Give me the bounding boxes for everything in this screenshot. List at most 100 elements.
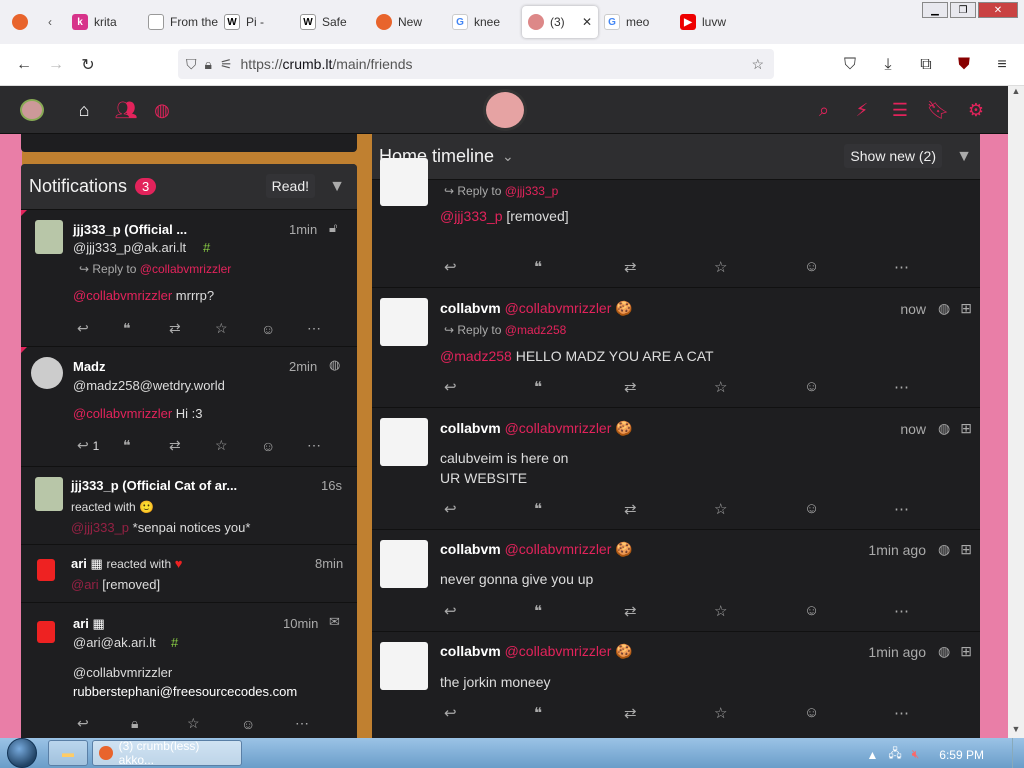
tab-list-arrow[interactable]: ‹	[42, 6, 66, 38]
more-icon[interactable]: ⋯	[894, 602, 984, 620]
reply-icon[interactable]: ↩ 1	[77, 437, 123, 454]
quote-icon[interactable]: ❝	[534, 602, 624, 620]
react-emoji-icon[interactable]: ☺	[261, 321, 307, 337]
clock[interactable]: 6:59 PM	[939, 748, 984, 762]
repeat-icon[interactable]: ⇄	[624, 500, 714, 518]
post-time[interactable]: 1min	[289, 222, 317, 237]
more-icon[interactable]: ⋯	[894, 378, 984, 396]
volume-muted-icon[interactable]: 🔇︎	[912, 747, 920, 762]
scrollbar-down-arrow[interactable]: ▼	[1008, 724, 1024, 738]
more-icon[interactable]: ⋯	[894, 704, 984, 722]
post-time[interactable]: 16s	[321, 478, 342, 493]
timeline-post[interactable]: collabvm @collabvmrizzler 🍪 now ◍ ⊞ ↪ Rep…	[372, 287, 986, 407]
permissions-icon[interactable]: ⚟	[220, 56, 233, 73]
repeat-icon[interactable]: ⇄	[624, 704, 714, 722]
tab-youtube[interactable]: ▶ luvw	[674, 6, 750, 38]
home-icon[interactable]: ⌂	[72, 96, 96, 124]
filter-icon[interactable]: ▼	[956, 148, 972, 166]
notification-item[interactable]: ari ▦ 10min ✉ @ari@ak.ari.lt # @collabvm…	[21, 602, 357, 738]
tab-crumb-active[interactable]: (3) ✕	[522, 6, 598, 38]
back-button[interactable]: ←	[8, 49, 40, 81]
author-name[interactable]: Madz	[73, 359, 106, 374]
start-button[interactable]	[0, 738, 44, 768]
tab-krita[interactable]: k krita	[66, 6, 142, 38]
expand-plus-icon[interactable]: ⊞	[960, 300, 972, 317]
search-icon[interactable]: ⌕	[812, 96, 836, 124]
quote-icon[interactable]: ❝	[123, 320, 169, 337]
network-icon[interactable]: 🖧︎	[888, 744, 901, 765]
reply-icon[interactable]: ↩	[444, 602, 534, 620]
post-time[interactable]: 1min ago	[868, 644, 926, 660]
notification-item[interactable]: ari ▦ reacted with ♥ 8min @ari [removed]	[21, 544, 357, 602]
show-desktop-button[interactable]	[1012, 738, 1024, 768]
reload-button[interactable]: ↻	[72, 49, 104, 81]
avatar[interactable]	[380, 642, 428, 690]
notification-item[interactable]: jjj333_p (Official ... 1min 🔓︎ @jjj333_p…	[21, 209, 357, 344]
friends-icon[interactable]: 👥︎	[114, 96, 138, 124]
quote-icon[interactable]: ❝	[534, 704, 624, 722]
explorer-taskbar-button[interactable]: ▬	[48, 740, 88, 766]
more-icon[interactable]: ⋯	[295, 715, 341, 732]
quote-icon[interactable]: ❝	[534, 258, 624, 276]
bolt-icon[interactable]: ⚡︎	[850, 96, 874, 124]
ublock-icon[interactable]: ⛊	[948, 49, 980, 81]
downloads-icon[interactable]: ⤓	[872, 49, 904, 81]
tab-google-meo[interactable]: Gmeo	[598, 6, 674, 38]
favorite-star-icon[interactable]: ☆	[714, 258, 804, 276]
avatar[interactable]	[380, 540, 428, 588]
reply-icon[interactable]: ↩	[77, 320, 123, 337]
author-handle[interactable]: @jjj333_p@ak.ari.lt	[73, 240, 186, 255]
address-bar[interactable]: ⛉ 🔒︎ ⚟ https://crumb.lt/main/friends ☆	[178, 49, 774, 79]
reply-icon[interactable]: ↩	[444, 378, 534, 396]
react-emoji-icon[interactable]: ☺	[804, 258, 894, 276]
author-name[interactable]: jjj333_p (Official Cat of ar...	[71, 478, 237, 493]
timeline-post[interactable]: collabvm @collabvmrizzler 🍪 1min ago ◍ ⊞ …	[372, 529, 986, 631]
repeat-icon[interactable]: ⇄	[169, 320, 215, 337]
pocket-icon[interactable]: ⛉	[834, 49, 866, 81]
reply-icon[interactable]: ↩	[77, 715, 131, 732]
quote-icon[interactable]: ❝	[534, 378, 624, 396]
favorite-star-icon[interactable]: ☆	[215, 320, 261, 337]
list-icon[interactable]: ☰	[888, 96, 912, 124]
expand-plus-icon[interactable]: ⊞	[960, 643, 972, 660]
more-icon[interactable]: ⋯	[894, 500, 984, 518]
avatar[interactable]	[37, 621, 55, 643]
post-time[interactable]: 8min	[315, 556, 343, 571]
more-icon[interactable]: ⋯	[307, 437, 353, 454]
notification-item[interactable]: Madz 2min ◍ @madz258@wetdry.world @colla…	[21, 346, 357, 466]
page-scrollbar[interactable]: ▲ ▼	[1008, 86, 1024, 738]
author-name[interactable]: jjj333_p (Official ...	[73, 222, 187, 237]
tray-arrow-icon[interactable]: ▲	[866, 748, 878, 762]
show-new-button[interactable]: Show new (2)	[844, 144, 942, 168]
author-handle[interactable]: @ari@ak.ari.lt	[73, 635, 156, 650]
site-logo-icon[interactable]	[482, 88, 528, 132]
post-time[interactable]: 10min	[283, 616, 318, 631]
mark-read-button[interactable]: Read!	[265, 174, 315, 198]
close-window-button[interactable]: ✕	[978, 2, 1018, 18]
repeat-icon[interactable]: ⇄	[624, 258, 714, 276]
site-logo-small-icon[interactable]	[18, 96, 46, 124]
timeline-post[interactable]: collabvm @collabvmrizzler 🍪 now ◍ ⊞ calub…	[372, 407, 986, 529]
favorite-star-icon[interactable]: ☆	[714, 704, 804, 722]
avatar[interactable]	[380, 158, 428, 206]
more-icon[interactable]: ⋯	[307, 320, 353, 337]
expand-plus-icon[interactable]: ⊞	[960, 420, 972, 437]
author-handle[interactable]: @madz258@wetdry.world	[73, 378, 225, 393]
bookmark-star-icon[interactable]: ☆	[751, 56, 764, 73]
tab-google-knee[interactable]: Gknee	[446, 6, 522, 38]
favorite-star-icon[interactable]: ☆	[187, 715, 241, 732]
favorite-star-icon[interactable]: ☆	[714, 378, 804, 396]
tab-new[interactable]: New	[370, 6, 446, 38]
lock-icon[interactable]: 🔒︎	[205, 56, 212, 73]
post-time[interactable]: 1min ago	[868, 542, 926, 558]
avatar[interactable]	[31, 357, 63, 389]
bookmark-icon[interactable]: 🔖︎	[926, 96, 950, 124]
more-icon[interactable]: ⋯	[894, 258, 984, 276]
avatar[interactable]	[35, 220, 63, 254]
timeline-post[interactable]: ↪ Reply to @jjj333_p @jjj333_p [removed]…	[372, 158, 986, 287]
favorite-star-icon[interactable]: ☆	[714, 602, 804, 620]
repeat-icon[interactable]: ⇄	[624, 602, 714, 620]
firefox-taskbar-button[interactable]: (3) crumb(less) akko...	[92, 739, 242, 767]
repeat-icon[interactable]: ⇄	[624, 378, 714, 396]
react-emoji-icon[interactable]: ☺	[804, 500, 894, 518]
